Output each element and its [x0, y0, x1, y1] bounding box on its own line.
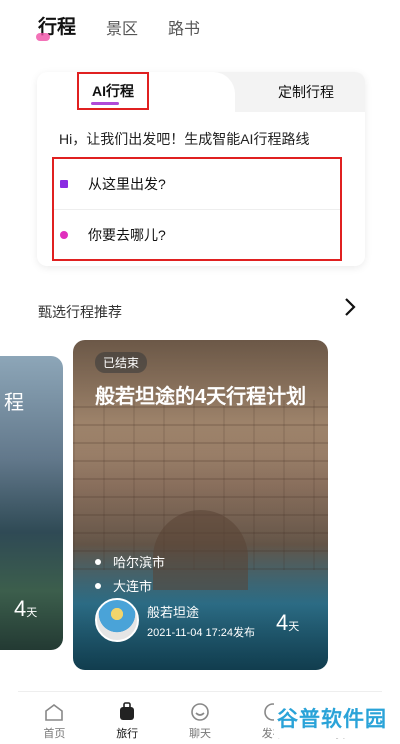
- top-tab-bar: 行程 景区 路书: [35, 12, 200, 41]
- avatar[interactable]: [95, 598, 139, 642]
- publish-time: 2021-11-04 17:24发布: [147, 627, 256, 639]
- section-title: 甄选行程推荐: [38, 304, 122, 320]
- home-icon: [43, 702, 65, 722]
- planner-greeting: Hi，让我们出发吧！生成智能AI行程路线: [59, 131, 310, 147]
- nav-label: 首页: [43, 728, 66, 740]
- planner-tab-bar: AI行程 定制行程: [37, 72, 365, 112]
- origin-marker-icon: [60, 180, 68, 188]
- tab-custom-itinerary[interactable]: 定制行程: [247, 72, 365, 112]
- origin-prompt: 从这里出发?: [88, 176, 166, 192]
- previous-card-title: 程: [4, 392, 24, 414]
- chevron-right-icon[interactable]: [343, 296, 357, 324]
- luggage-icon: [116, 702, 138, 722]
- nav-item-chat[interactable]: 聊天: [164, 692, 236, 744]
- destination-field[interactable]: 你要去哪儿?: [54, 210, 340, 260]
- previous-trip-card[interactable]: 程 4天: [0, 356, 63, 650]
- tab-itinerary[interactable]: 行程: [35, 12, 76, 41]
- tab-ai-itinerary[interactable]: AI行程: [37, 72, 235, 112]
- author-name[interactable]: 般若坦途: [147, 602, 199, 621]
- nav-label: 聊天: [188, 728, 211, 740]
- destination-prompt: 你要去哪儿?: [88, 227, 166, 243]
- watermark-logo: 谷普软件园: [274, 698, 390, 738]
- tab-scenic-spots[interactable]: 景区: [106, 15, 138, 39]
- trip-card[interactable]: 已结束 般若坦途的4天行程计划 哈尔滨市 大连市 般若坦途 2021-11-04…: [73, 340, 328, 670]
- route-input-group: 从这里出发? 你要去哪儿?: [52, 157, 342, 261]
- previous-card-days: 4天: [14, 596, 38, 621]
- active-tab-indicator: [91, 102, 119, 105]
- chat-icon: [189, 702, 211, 722]
- city-item: 哈尔滨市: [95, 552, 165, 571]
- origin-field[interactable]: 从这里出发?: [54, 159, 340, 210]
- status-badge: 已结束: [95, 352, 148, 373]
- trip-planner-card: AI行程 定制行程 Hi，让我们出发吧！生成智能AI行程路线 从这里出发? 你要…: [37, 72, 365, 266]
- destination-marker-icon: [60, 231, 68, 239]
- nav-label: 旅行: [116, 728, 139, 740]
- nav-item-home[interactable]: 首页: [18, 692, 90, 744]
- trip-days: 4天: [276, 610, 300, 635]
- city-item: 大连市: [95, 576, 152, 595]
- trip-title: 般若坦途的4天行程计划: [95, 386, 307, 408]
- nav-item-travel[interactable]: 旅行: [91, 692, 163, 744]
- tab-road-book[interactable]: 路书: [168, 15, 200, 39]
